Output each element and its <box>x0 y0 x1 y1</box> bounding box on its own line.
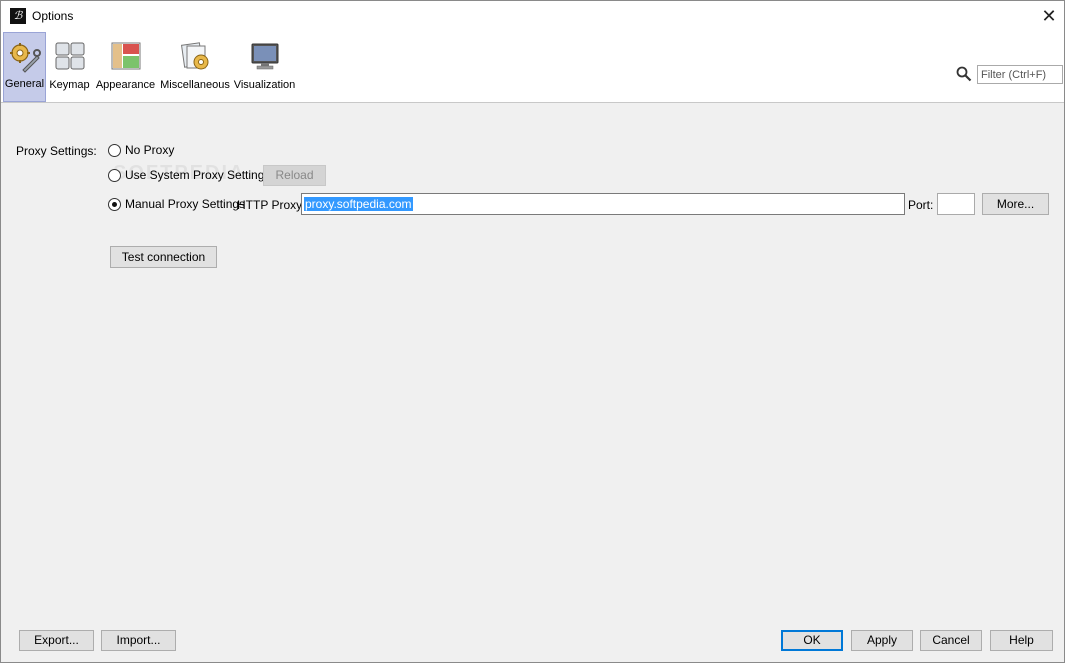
apply-button[interactable]: Apply <box>851 630 913 651</box>
export-button[interactable]: Export... <box>19 630 94 651</box>
tab-general[interactable]: General <box>3 32 46 102</box>
import-button[interactable]: Import... <box>101 630 176 651</box>
app-icon: ℬ <box>10 8 26 24</box>
tab-miscellaneous[interactable]: Miscellaneous <box>160 32 230 102</box>
filter-input[interactable] <box>977 65 1063 84</box>
radio-system-proxy-label: Use System Proxy Settings <box>125 168 271 182</box>
category-toolbar: General Keymap Appearance Miscellaneous … <box>1 32 1064 103</box>
radio-system-proxy-circle[interactable] <box>108 168 121 182</box>
tab-miscellaneous-label: Miscellaneous <box>160 79 230 91</box>
tab-appearance[interactable]: Appearance <box>94 32 157 102</box>
ok-button[interactable]: OK <box>781 630 843 651</box>
gear-wrench-icon <box>9 43 41 73</box>
reload-button: Reload <box>263 165 326 186</box>
footer-bar: Export... Import... OK Apply Cancel Help <box>1 619 1064 662</box>
tab-appearance-label: Appearance <box>95 79 156 91</box>
keyboard-icon <box>55 42 84 70</box>
tab-keymap-label: Keymap <box>49 79 90 91</box>
radio-manual-proxy-label: Manual Proxy Settings <box>125 197 246 211</box>
options-window: ℬ Options ✕ General Keymap Appearance Mi… <box>0 0 1065 663</box>
help-button[interactable]: Help <box>990 630 1053 651</box>
radio-no-proxy-circle[interactable] <box>108 143 121 157</box>
tab-general-label: General <box>4 78 45 90</box>
http-proxy-input[interactable]: proxy.softpedia.com <box>301 193 905 215</box>
title-bar: ℬ Options ✕ <box>1 1 1064 32</box>
radio-no-proxy-label: No Proxy <box>125 143 175 157</box>
radio-manual-proxy[interactable]: Manual Proxy Settings <box>108 195 245 213</box>
window-title: Options <box>32 9 74 23</box>
port-label: Port: <box>908 198 934 212</box>
layout-icon <box>111 42 140 70</box>
tab-visualization[interactable]: Visualization <box>233 32 296 102</box>
close-icon[interactable]: ✕ <box>1037 5 1061 27</box>
monitor-icon <box>251 43 278 70</box>
radio-no-proxy[interactable]: No Proxy <box>108 141 174 159</box>
tab-visualization-label: Visualization <box>233 79 296 91</box>
misc-gear-icon <box>180 42 209 70</box>
test-connection-button[interactable]: Test connection <box>110 246 217 268</box>
search-icon <box>956 66 972 82</box>
http-proxy-label: HTTP Proxy: <box>237 198 306 212</box>
radio-manual-proxy-circle[interactable] <box>108 197 121 211</box>
port-input[interactable] <box>937 193 975 215</box>
general-panel: Proxy Settings: No Proxy SOFTPEDIA Use S… <box>1 104 1064 619</box>
more-button[interactable]: More... <box>982 193 1049 215</box>
proxy-settings-label: Proxy Settings: <box>16 144 97 158</box>
http-proxy-value: proxy.softpedia.com <box>304 197 413 211</box>
radio-system-proxy[interactable]: Use System Proxy Settings <box>108 166 270 184</box>
tab-keymap[interactable]: Keymap <box>48 32 91 102</box>
cancel-button[interactable]: Cancel <box>920 630 982 651</box>
